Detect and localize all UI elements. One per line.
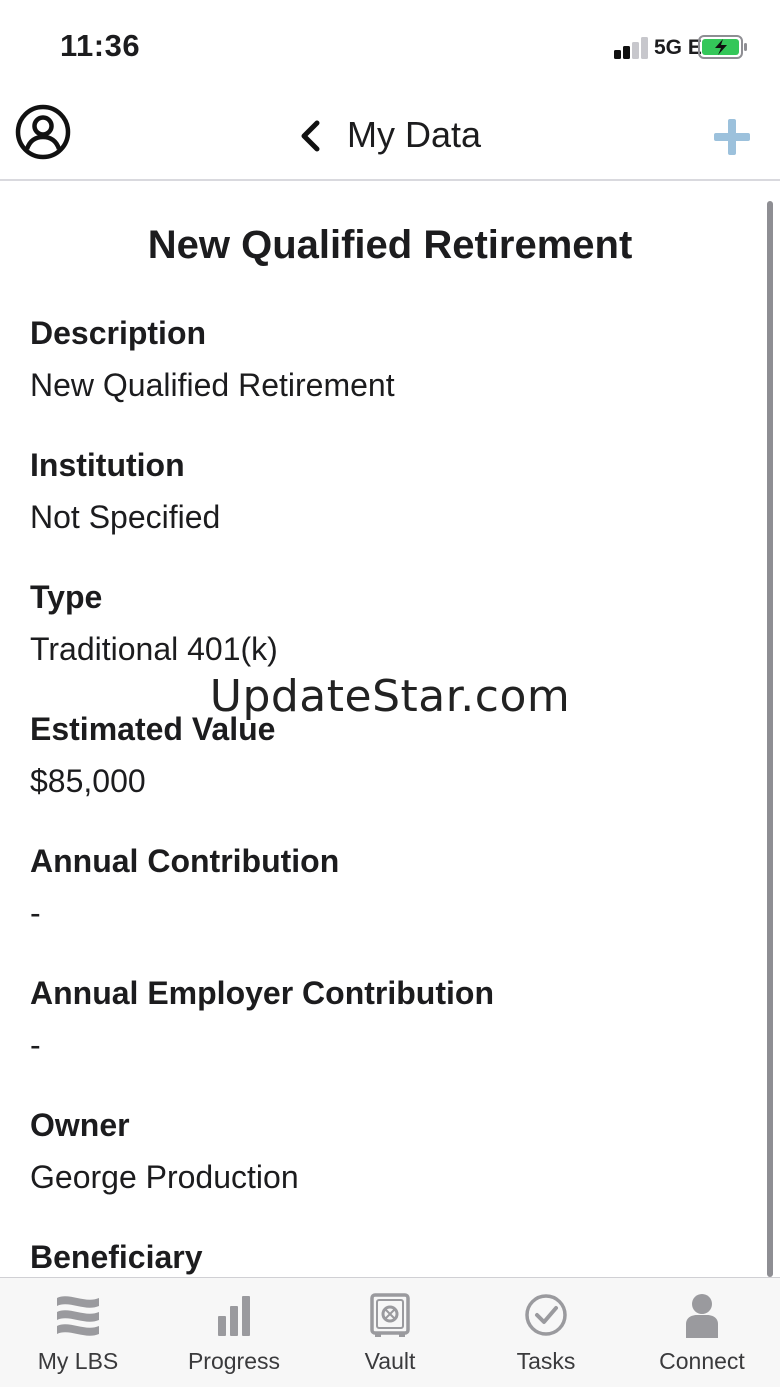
field-value: New Qualified Retirement	[30, 367, 395, 403]
tab-progress[interactable]: Progress	[156, 1278, 312, 1387]
scroll-indicator[interactable]	[767, 201, 773, 1277]
status-bar: 11:36 5G E	[0, 0, 780, 92]
waves-icon	[57, 1296, 99, 1336]
check-circle-icon	[525, 1294, 567, 1336]
tab-label: My LBS	[37, 1348, 119, 1374]
tab-label: Connect	[659, 1348, 745, 1374]
status-time: 11:36	[60, 28, 141, 63]
field-label: Owner	[30, 1107, 130, 1143]
person-icon	[686, 1294, 718, 1338]
field-label: Type	[30, 579, 103, 615]
navigation-bar: My Data	[0, 92, 780, 181]
bar-chart-icon	[218, 1296, 250, 1336]
network-label: 5G E	[654, 36, 702, 59]
plus-icon[interactable]	[712, 117, 752, 157]
field-annual-employer-contribution: Annual Employer Contribution -	[30, 971, 750, 1067]
field-label: Description	[30, 315, 207, 351]
field-label: Institution	[30, 447, 185, 483]
field-institution: Institution Not Specified	[30, 443, 750, 539]
field-value: George Production	[30, 1159, 299, 1195]
field-label: Annual Contribution	[30, 843, 340, 879]
field-value: $85,000	[30, 763, 146, 799]
detail-content[interactable]: New Qualified Retirement Description New…	[0, 181, 780, 1277]
tab-my-lbs[interactable]: My LBS	[0, 1278, 156, 1387]
tab-label: Progress	[187, 1348, 281, 1374]
tab-label: Tasks	[516, 1348, 576, 1374]
field-type: Type Traditional 401(k)	[30, 575, 750, 671]
tab-vault[interactable]: Vault	[312, 1278, 468, 1387]
field-owner: Owner George Production	[30, 1103, 750, 1199]
tab-tasks[interactable]: Tasks	[468, 1278, 624, 1387]
app-screen: 11:36 5G E My Data New Qualified Retirem…	[0, 0, 780, 1387]
tab-connect[interactable]: Connect	[624, 1278, 780, 1387]
watermark-text: UpdateStar.com	[209, 671, 571, 722]
page-title: My Data	[347, 114, 482, 155]
tab-bar: My LBS Progress Vault Tasks Connect	[0, 1277, 780, 1387]
field-label: Annual Employer Contribution	[30, 975, 494, 1011]
field-value: -	[30, 1027, 41, 1063]
field-value: Traditional 401(k)	[30, 631, 278, 667]
tab-label: Vault	[364, 1348, 416, 1374]
profile-icon[interactable]	[15, 104, 71, 160]
battery-charging-icon	[698, 35, 747, 59]
field-annual-contribution: Annual Contribution -	[30, 839, 750, 935]
signal-strength-icon	[614, 37, 650, 59]
chevron-left-icon[interactable]	[298, 120, 324, 152]
field-label: Beneficiary	[30, 1239, 203, 1275]
field-beneficiary: Beneficiary	[30, 1235, 750, 1277]
field-value: -	[30, 895, 41, 931]
detail-title: New Qualified Retirement	[147, 223, 633, 267]
field-value: Not Specified	[30, 499, 221, 535]
vault-icon	[370, 1293, 410, 1337]
field-description: Description New Qualified Retirement	[30, 311, 750, 407]
